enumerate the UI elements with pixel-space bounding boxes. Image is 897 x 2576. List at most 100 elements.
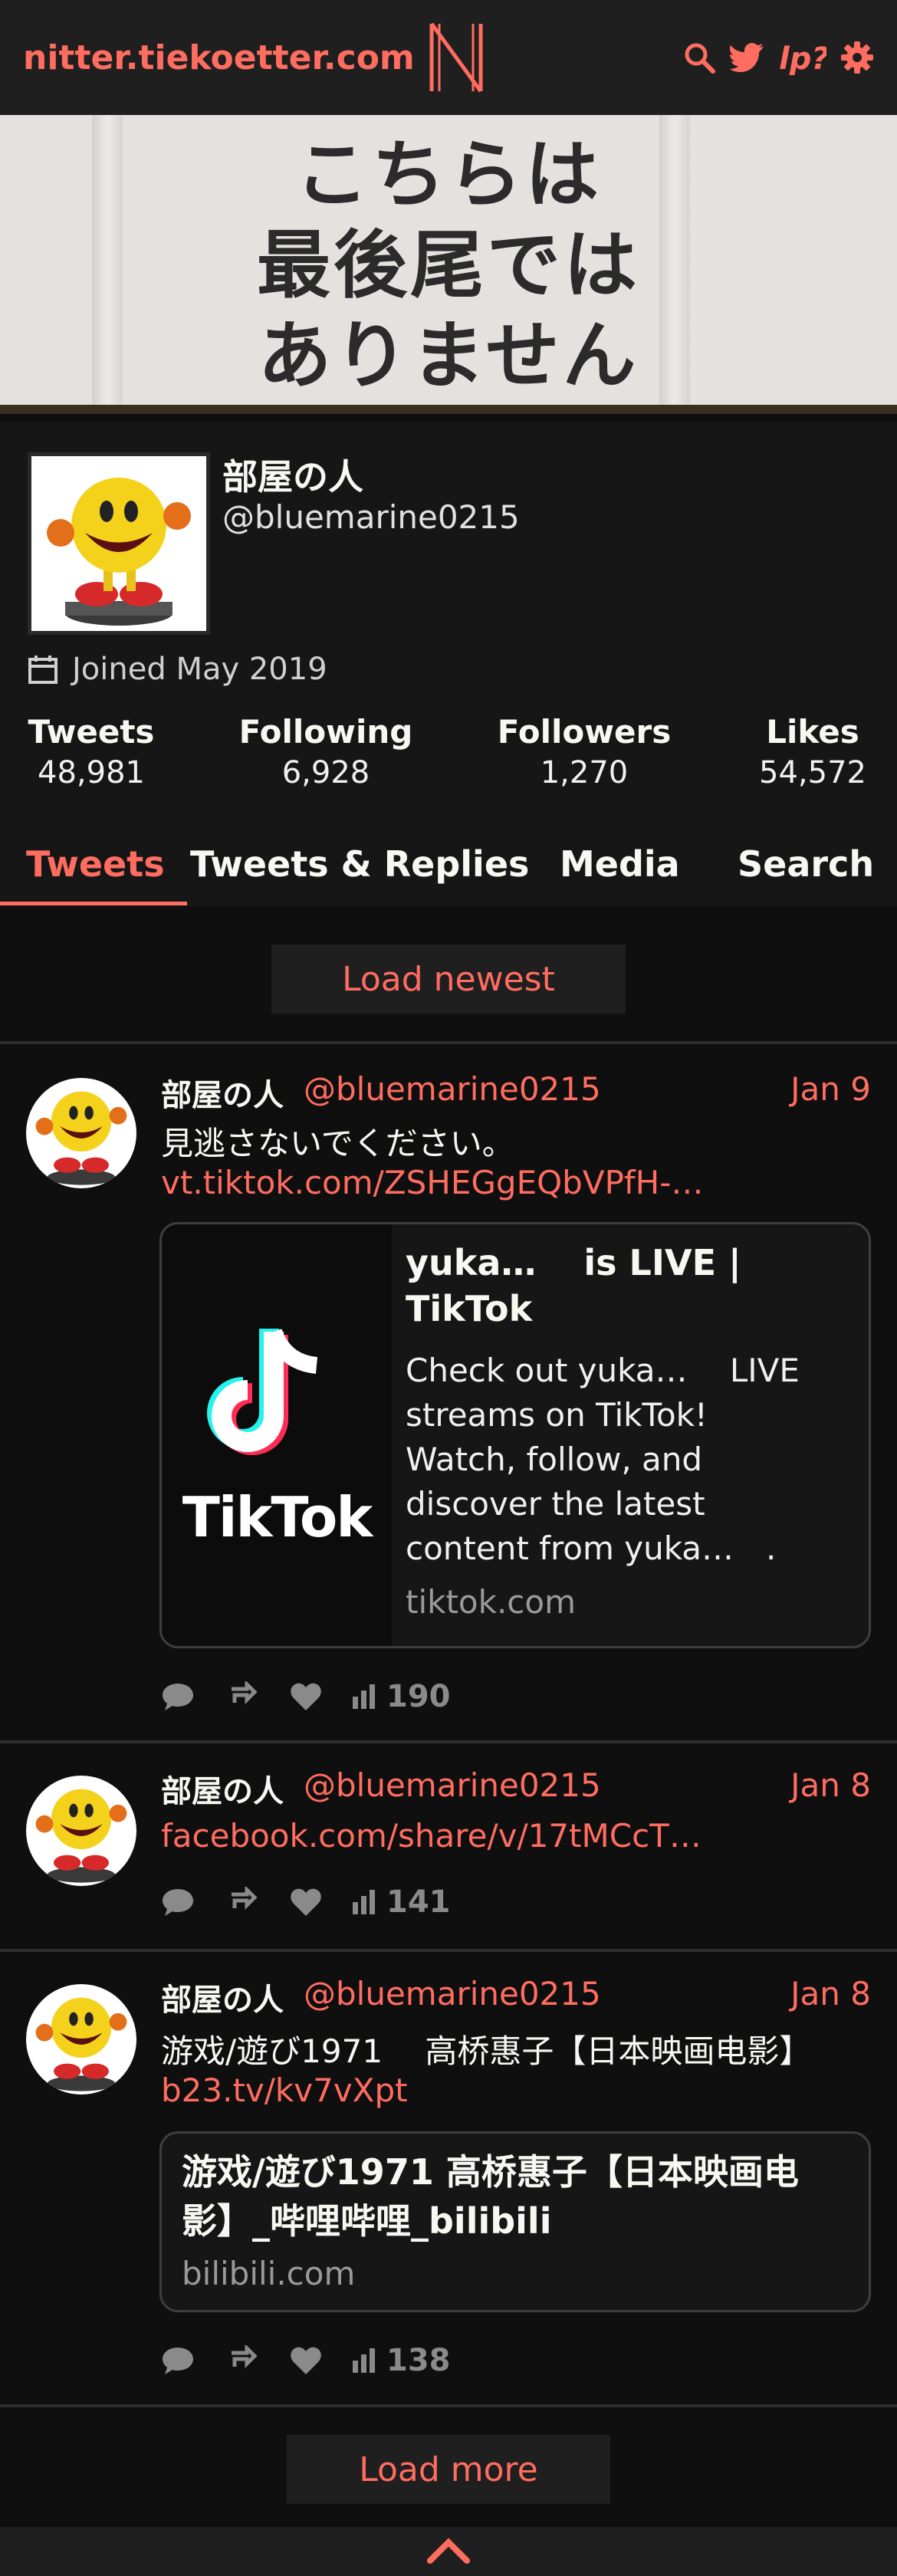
tweet-text: 見逃さないでください。 <box>161 1125 514 1162</box>
tweet-author-handle[interactable]: @bluemarine0215 <box>304 1975 601 2013</box>
tweet-avatar[interactable] <box>26 1078 136 1188</box>
site-name-link[interactable]: nitter.tiekoetter.com <box>23 38 415 77</box>
profile-stats: Tweets 48,981 Following 6,928 Followers … <box>0 713 897 790</box>
views-stat: 190 <box>351 1679 451 1714</box>
pacman-figure-icon <box>35 1997 127 2091</box>
profile-banner[interactable]: こちらは 最後尾では ありません <box>0 115 897 414</box>
tweet-author-name[interactable]: 部屋の人 <box>161 1070 284 1115</box>
tweet-stats: 138 <box>161 2343 451 2378</box>
stat-value: 1,270 <box>540 755 629 790</box>
tweet-date[interactable]: Jan 8 <box>790 1766 871 1804</box>
nitter-logo-icon[interactable] <box>426 19 487 96</box>
calendar-icon <box>28 656 58 684</box>
views-stat: 138 <box>351 2343 451 2378</box>
tiktok-logo-icon <box>207 1328 318 1455</box>
reply-icon[interactable] <box>161 2345 195 2376</box>
views-count: 138 <box>386 2343 451 2378</box>
stat-value: 54,572 <box>759 755 866 790</box>
profile-joined: Joined May 2019 <box>28 652 327 687</box>
retweet-icon[interactable] <box>224 2345 261 2376</box>
rss-icon[interactable]: lp? <box>779 40 826 75</box>
settings-icon[interactable] <box>840 41 874 74</box>
stat-followers[interactable]: Followers 1,270 <box>491 713 678 790</box>
tweet-author-handle[interactable]: @bluemarine0215 <box>304 1766 601 1804</box>
pacman-figure-icon <box>47 478 191 626</box>
tweet-date[interactable]: Jan 8 <box>790 1975 871 2013</box>
tweet-item[interactable]: 部屋の人 @bluemarine0215 Jan 8 游戏/遊び1971 高桥惠… <box>0 1952 897 2404</box>
card-domain: tiktok.com <box>406 1583 576 1621</box>
reply-icon[interactable] <box>161 1887 195 1917</box>
card-domain: bilibili.com <box>182 2255 356 2292</box>
tweet-stats: 141 <box>161 1884 451 1920</box>
navbar: nitter.tiekoetter.com lp? <box>0 0 897 115</box>
tweet-text: 游戏/遊び1971 高桥惠子【日本映画电影】 <box>161 2032 812 2070</box>
card-image-label: TikTok <box>182 1485 373 1549</box>
scroll-to-top-icon[interactable] <box>426 2535 472 2565</box>
card-description: content from yuka… . <box>406 1530 777 1567</box>
tweet-link[interactable]: facebook.com/share/v/17tMCcT… <box>161 1817 702 1855</box>
tab-search[interactable]: Search <box>738 843 874 885</box>
views-chart-icon <box>353 2348 375 2373</box>
heart-icon[interactable] <box>290 2345 322 2376</box>
nav-icons: lp? <box>682 40 874 75</box>
retweet-icon[interactable] <box>224 1681 261 1712</box>
tweet-avatar[interactable] <box>26 1776 136 1886</box>
footer-bar <box>0 2527 897 2576</box>
card-image: TikTok <box>162 1224 392 1646</box>
load-newest-button[interactable]: Load newest <box>271 945 626 1014</box>
tweet-stats: 190 <box>161 1679 451 1714</box>
card-description: streams on TikTok! <box>406 1396 708 1434</box>
card-description: Watch, follow, and <box>406 1441 703 1478</box>
tweet-item[interactable]: 部屋の人 @bluemarine0215 Jan 8 facebook.com/… <box>0 1743 897 1949</box>
banner-text-line: ありません <box>258 313 639 399</box>
search-icon[interactable] <box>682 41 716 74</box>
profile-card: 部屋の人 @bluemarine0215 Joined May 2019 Twe… <box>0 422 897 813</box>
tweet-author-name[interactable]: 部屋の人 <box>161 1975 284 2019</box>
link-card[interactable]: TikTok yuka… is LIVE | TikTok Check out … <box>159 1222 871 1648</box>
stat-label: Likes <box>766 713 859 751</box>
twitter-icon[interactable] <box>730 42 765 73</box>
divider <box>0 2404 897 2407</box>
stat-likes[interactable]: Likes 54,572 <box>751 713 874 790</box>
card-title: 游戏/遊び1971 高桥惠子【日本映画电 <box>182 2151 799 2193</box>
views-stat: 141 <box>351 1884 451 1920</box>
pacman-figure-icon <box>35 1091 127 1185</box>
views-count: 141 <box>386 1884 451 1920</box>
reply-icon[interactable] <box>161 1681 195 1712</box>
tab-tweets[interactable]: Tweets <box>26 843 165 885</box>
load-more-button[interactable]: Load more <box>287 2435 610 2504</box>
tweet-link[interactable]: b23.tv/kv7vXpt <box>161 2072 408 2109</box>
profile-handle[interactable]: @bluemarine0215 <box>222 498 520 536</box>
tweet-author-name[interactable]: 部屋の人 <box>161 1766 284 1811</box>
pacman-figure-icon <box>35 1789 127 1883</box>
tweet-avatar[interactable] <box>26 1984 136 2095</box>
tweet-item[interactable]: 部屋の人 @bluemarine0215 Jan 9 見逃さないでください。 v… <box>0 1044 897 1740</box>
stat-label: Followers <box>497 713 672 751</box>
stat-tweets[interactable]: Tweets 48,981 <box>28 713 155 790</box>
views-chart-icon <box>353 1890 375 1914</box>
card-description: discover the latest <box>406 1485 705 1523</box>
tab-tweets-replies[interactable]: Tweets & Replies <box>190 843 529 885</box>
views-chart-icon <box>353 1684 375 1709</box>
heart-icon[interactable] <box>290 1887 322 1917</box>
stat-value: 48,981 <box>38 755 145 790</box>
svg-text:lp?: lp? <box>779 41 826 75</box>
tweet-date[interactable]: Jan 9 <box>790 1070 871 1108</box>
active-tab-indicator <box>0 902 187 905</box>
card-title: TikTok <box>406 1288 533 1329</box>
tab-media[interactable]: Media <box>560 843 680 885</box>
tweet-author-handle[interactable]: @bluemarine0215 <box>304 1070 601 1108</box>
link-card[interactable]: 游戏/遊び1971 高桥惠子【日本映画电 影】_哔哩哔哩_bilibili bi… <box>159 2131 871 2312</box>
timeline-tabs: Tweets Tweets & Replies Media Search <box>0 813 897 906</box>
stat-value: 6,928 <box>281 755 370 790</box>
banner-edge <box>0 405 897 414</box>
stat-label: Tweets <box>28 713 155 751</box>
profile-name: 部屋の人 <box>222 456 363 498</box>
card-title: yuka… is LIVE | <box>406 1242 741 1283</box>
stat-following[interactable]: Following 6,928 <box>230 713 422 790</box>
tweet-link[interactable]: vt.tiktok.com/ZSHEGgEQbVPfH-… <box>161 1164 703 1201</box>
heart-icon[interactable] <box>290 1681 322 1712</box>
stat-label: Following <box>238 713 413 751</box>
retweet-icon[interactable] <box>224 1887 261 1917</box>
profile-avatar[interactable] <box>28 452 210 635</box>
